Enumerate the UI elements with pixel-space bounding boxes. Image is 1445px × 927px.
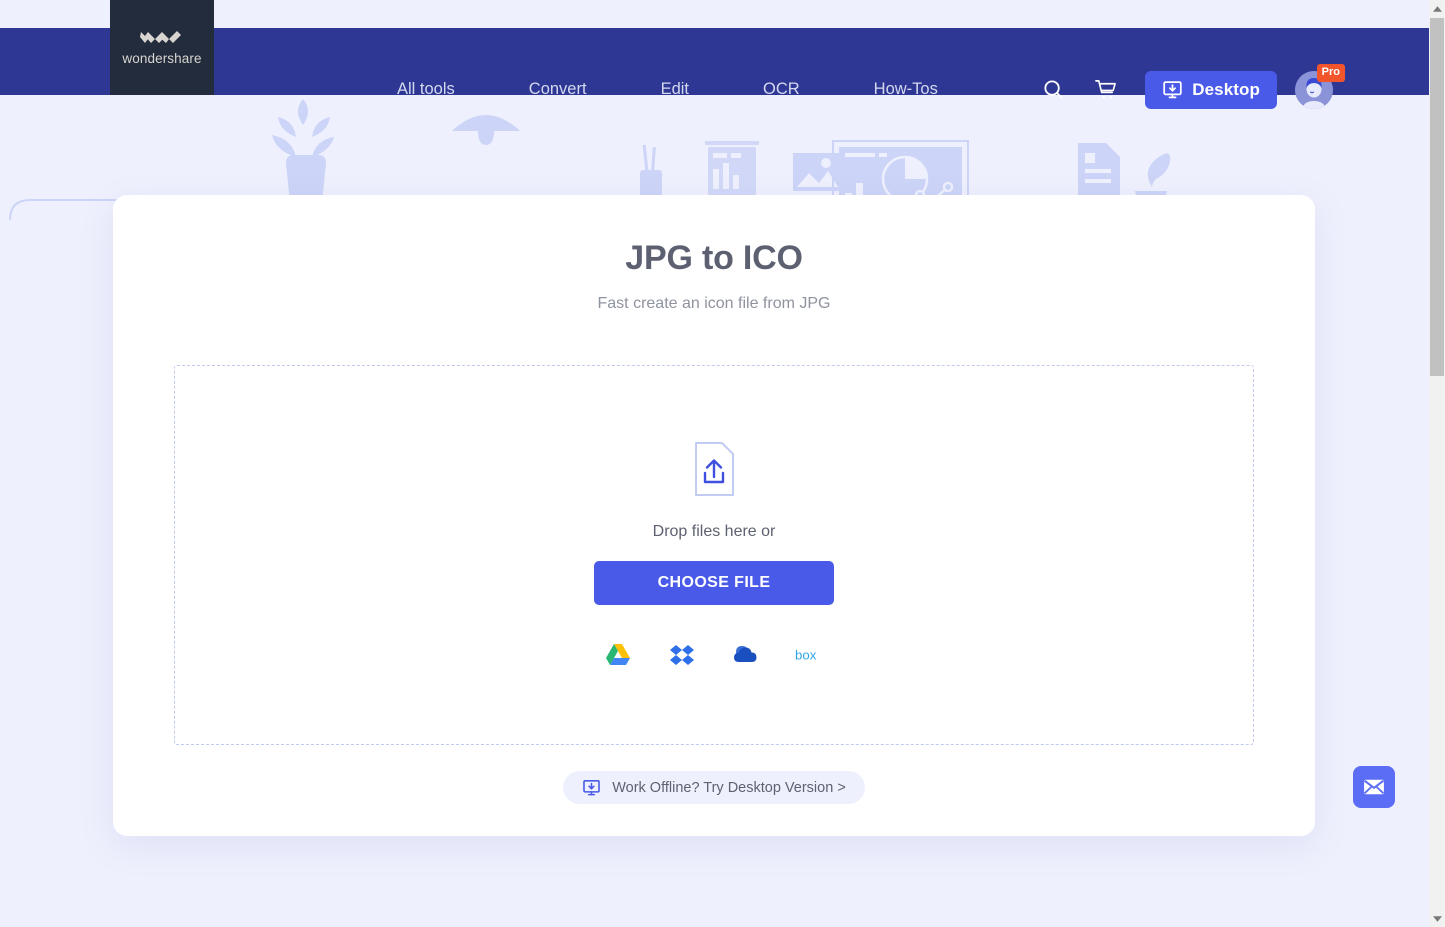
- cloud-sources: box: [603, 641, 825, 669]
- tool-card: JPG to ICO Fast create an icon file from…: [113, 195, 1315, 836]
- envelope-icon: [1363, 779, 1385, 795]
- caret-down-icon: [1432, 915, 1442, 922]
- shopping-cart-icon: [1094, 80, 1116, 99]
- file-dropzone[interactable]: Drop files here or CHOOSE FILE box: [174, 365, 1254, 745]
- search-button[interactable]: [1027, 64, 1079, 116]
- dropbox-icon: [670, 645, 694, 665]
- google-drive-icon: [606, 644, 630, 665]
- scrollbar-down-button[interactable]: [1429, 910, 1445, 927]
- desktop-download-button[interactable]: Desktop: [1145, 70, 1277, 109]
- onedrive-icon: [734, 646, 757, 662]
- scrollbar-thumb[interactable]: [1430, 18, 1444, 376]
- try-desktop-version-label: Work Offline? Try Desktop Version >: [612, 779, 846, 796]
- dropbox-button[interactable]: [667, 641, 697, 669]
- cart-button[interactable]: [1079, 64, 1131, 116]
- nav-link-convert[interactable]: Convert: [492, 80, 624, 99]
- onedrive-button[interactable]: [731, 641, 761, 669]
- scrollbar-up-button[interactable]: [1429, 0, 1445, 17]
- page-subtitle: Fast create an icon file from JPG: [597, 295, 831, 312]
- vertical-scrollbar[interactable]: [1429, 0, 1445, 927]
- desktop-button-label: Desktop: [1192, 79, 1260, 99]
- wondershare-logo-block[interactable]: wondershare: [110, 0, 214, 95]
- box-icon: box: [795, 647, 817, 662]
- monitor-download-icon: [1163, 81, 1182, 99]
- nav-link-ocr[interactable]: OCR: [726, 80, 837, 99]
- browser-viewport: All tools Convert Edit OCR How-Tos Deskt…: [0, 0, 1445, 927]
- drop-files-label: Drop files here or: [652, 523, 776, 540]
- try-desktop-version-link[interactable]: Work Offline? Try Desktop Version >: [563, 771, 865, 804]
- nav-link-all-tools[interactable]: All tools: [360, 80, 492, 99]
- box-button[interactable]: box: [795, 641, 825, 669]
- page-title: JPG to ICO: [625, 239, 803, 277]
- monitor-download-icon: [583, 779, 601, 796]
- nav-link-how-tos[interactable]: How-Tos: [837, 80, 975, 99]
- page-root: All tools Convert Edit OCR How-Tos Deskt…: [0, 0, 1429, 927]
- account-avatar-button[interactable]: Pro: [1295, 63, 1345, 109]
- search-icon: [1044, 80, 1063, 100]
- nav-link-edit[interactable]: Edit: [624, 80, 726, 99]
- google-drive-button[interactable]: [603, 641, 633, 669]
- svg-text:box: box: [795, 647, 817, 662]
- navbar-actions: Desktop Pro: [1027, 56, 1345, 123]
- choose-file-button[interactable]: CHOOSE FILE: [594, 561, 834, 605]
- nav-links: All tools Convert Edit OCR How-Tos: [360, 56, 975, 123]
- caret-up-icon: [1432, 5, 1442, 12]
- top-navbar: All tools Convert Edit OCR How-Tos Deskt…: [0, 28, 1429, 109]
- wondershare-w-mark-icon: [140, 31, 181, 43]
- wondershare-label: wondershare: [122, 51, 202, 66]
- file-upload-icon: [695, 442, 734, 496]
- email-support-button[interactable]: [1353, 766, 1395, 808]
- pro-badge: Pro: [1316, 63, 1345, 82]
- offline-row: Work Offline? Try Desktop Version >: [113, 771, 1315, 804]
